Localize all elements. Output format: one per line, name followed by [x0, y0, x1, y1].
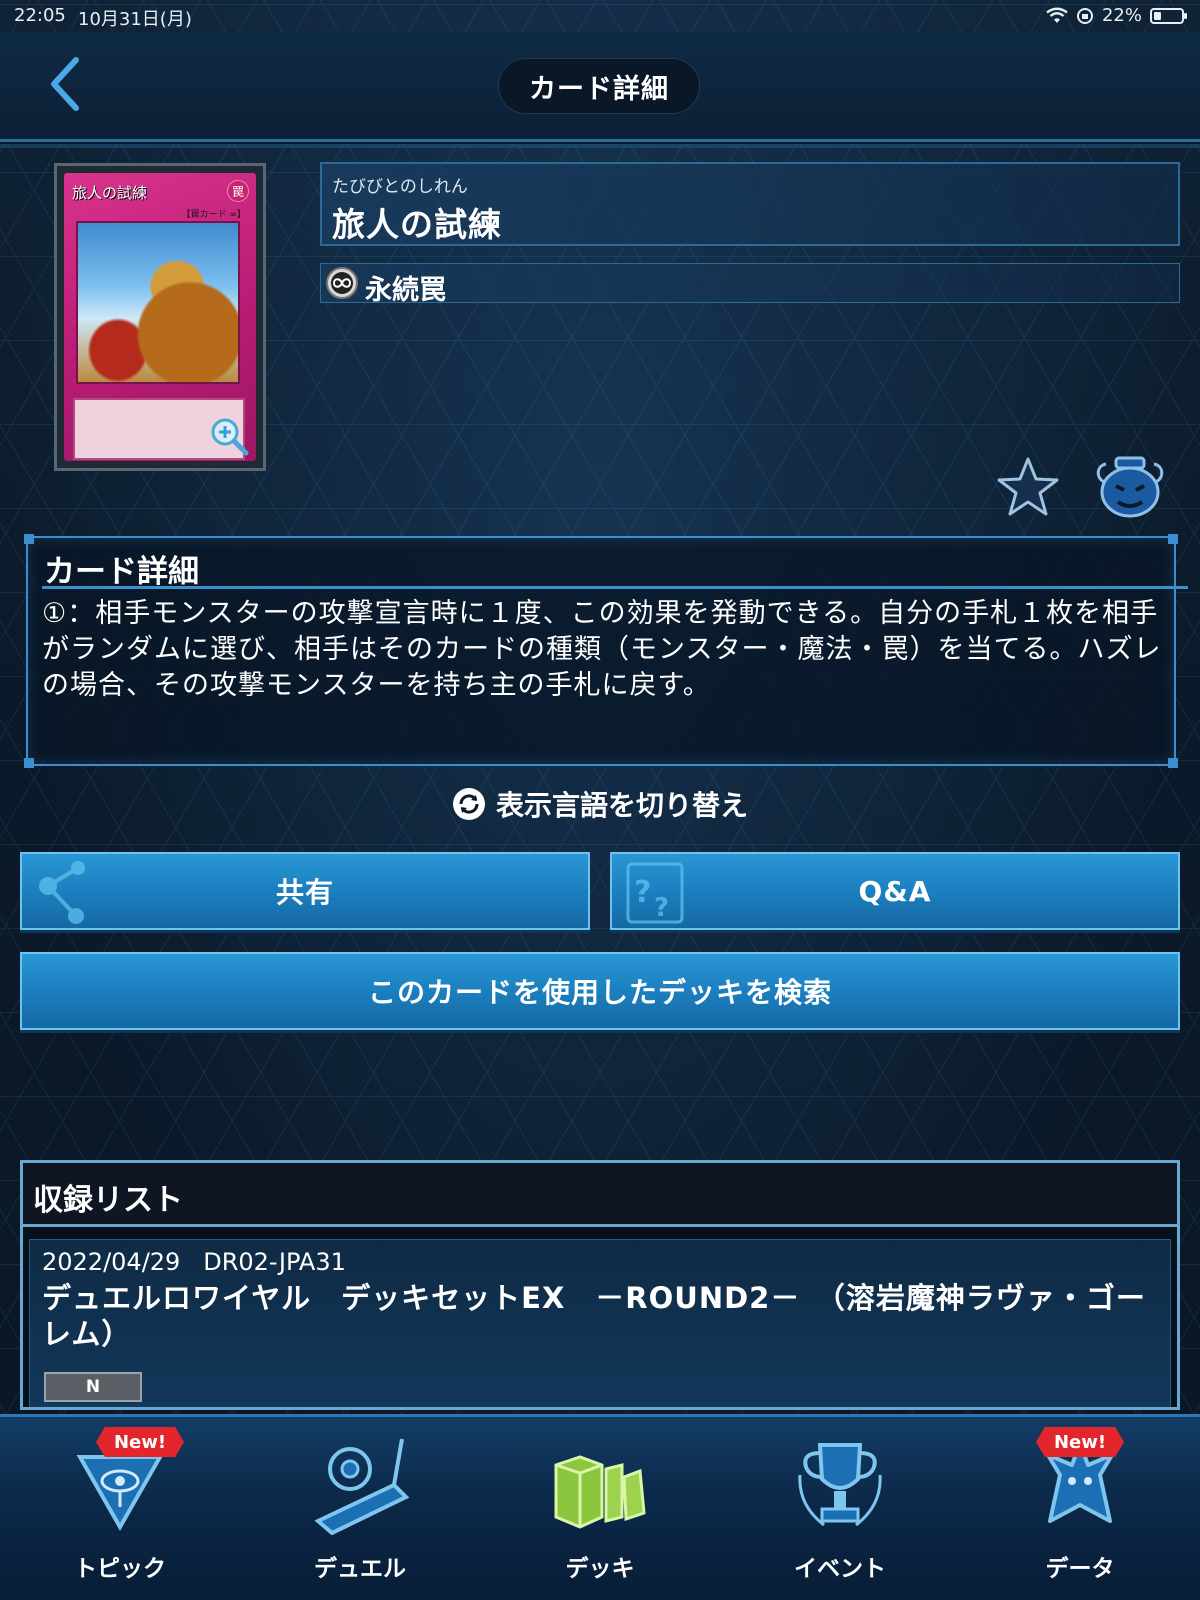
card-name-box: たびびとのしれん 旅人の試練 — [320, 162, 1180, 246]
nav-label-deck: デッキ — [565, 1556, 635, 1582]
nav-label-topic: トピック — [74, 1556, 166, 1582]
nav-item-deck[interactable]: デッキ — [520, 1427, 680, 1597]
orientation-lock-icon — [1076, 7, 1093, 24]
card-image-attribute: 罠 — [227, 180, 249, 202]
description-panel: カード詳細 ①：相手モンスターの攻撃宣言時に１度、この効果を発動できる。自分の手… — [24, 534, 1188, 768]
nav-item-event[interactable]: イベント — [760, 1427, 920, 1597]
card-image-type: 【罠カード ∞】 — [181, 210, 246, 220]
card-name: 旅人の試練 — [332, 205, 502, 244]
qa-label: Q&A — [858, 874, 932, 908]
rarity-badge: N — [44, 1372, 142, 1402]
nav-item-topic[interactable]: New! トピック — [40, 1427, 200, 1597]
zoom-in-icon[interactable] — [208, 415, 250, 457]
qa-button[interactable]: ? ? Q&A — [610, 852, 1180, 930]
nav-label-data: データ — [1045, 1556, 1115, 1582]
list-item-code: DR02-JPA31 — [203, 1248, 346, 1276]
card-image-name: 旅人の試練 — [72, 184, 148, 202]
new-badge: New! — [1036, 1427, 1124, 1457]
duel-disk-icon — [314, 1438, 410, 1535]
chevron-left-icon — [51, 57, 79, 111]
list-item-date: 2022/04/29 — [42, 1248, 181, 1276]
nav-label-duel: デュエル — [314, 1556, 406, 1582]
qa-icon: ? ? — [626, 862, 684, 924]
wifi-icon — [1046, 7, 1068, 23]
star-icon[interactable] — [996, 456, 1060, 518]
status-right: 22% — [1046, 5, 1187, 26]
description-title: カード詳細 — [44, 554, 199, 590]
pot-of-greed-icon[interactable] — [1094, 452, 1166, 520]
card-type-label: 永続罠 — [365, 275, 446, 306]
share-icon — [39, 861, 85, 924]
panel-corner — [1168, 758, 1178, 768]
battery-percent: 22% — [1101, 5, 1142, 26]
continuous-icon — [326, 267, 358, 299]
header: カード詳細 — [0, 32, 1200, 142]
page-title: カード詳細 — [498, 58, 700, 114]
card-face: 旅人の試練 罠 【罠カード ∞】 — [64, 173, 256, 461]
switch-language-icon — [452, 788, 485, 820]
card-image[interactable]: 旅人の試練 罠 【罠カード ∞】 — [54, 163, 266, 471]
deck-icon — [554, 1455, 646, 1529]
trophy-icon — [798, 1443, 882, 1527]
panel-corner — [24, 534, 34, 544]
share-button[interactable]: 共有 — [20, 852, 590, 930]
card-type-box: 永続罠 — [320, 263, 1180, 306]
nav-label-event: イベント — [794, 1556, 886, 1582]
description-text: ①：相手モンスターの攻撃宣言時に１度、この効果を発動できる。自分の手札１枚を相手… — [42, 598, 1162, 701]
list-item[interactable]: 2022/04/29 DR02-JPA31 デュエルロワイヤル デッキセットEX… — [29, 1239, 1171, 1407]
language-toggle-label: 表示言語を切り替え — [495, 789, 748, 822]
search-decks-label: このカードを使用したデッキを検索 — [367, 976, 832, 1009]
nav-item-data[interactable]: New! データ — [1000, 1427, 1160, 1597]
card-artwork — [76, 221, 240, 384]
description-divider — [42, 586, 1188, 589]
release-list: 収録リスト 2022/04/29 DR02-JPA31 デュエルロワイヤル デッ… — [20, 1160, 1180, 1410]
release-list-title: 収録リスト — [33, 1183, 183, 1218]
bottom-nav: New! トピック デュエル デッキ イベント New! データ — [0, 1414, 1200, 1600]
panel-corner — [1168, 534, 1178, 544]
svg-text:?: ? — [654, 893, 670, 923]
release-list-header: 収録リスト — [23, 1163, 1177, 1227]
share-label: 共有 — [275, 876, 334, 909]
status-bar: 22:05 10月31日(月) 22% — [0, 0, 1200, 32]
panel-corner — [24, 758, 34, 768]
language-toggle[interactable]: 表示言語を切り替え — [0, 784, 1200, 824]
status-date: 10月31日(月) — [78, 9, 192, 30]
nav-item-duel[interactable]: デュエル — [280, 1427, 440, 1597]
svg-text:?: ? — [634, 875, 652, 910]
list-item-meta: 2022/04/29 DR02-JPA31 — [42, 1248, 346, 1276]
card-ruby: たびびとのしれん — [332, 177, 468, 197]
list-item-title: デュエルロワイヤル デッキセットEX －ROUND2－ （溶岩魔神ラヴァ・ゴーレ… — [42, 1281, 1146, 1351]
back-button[interactable] — [44, 54, 90, 114]
search-decks-button[interactable]: このカードを使用したデッキを検索 — [20, 952, 1180, 1030]
status-time: 22:05 — [14, 5, 66, 26]
new-badge: New! — [96, 1427, 184, 1457]
battery-icon — [1150, 7, 1187, 24]
